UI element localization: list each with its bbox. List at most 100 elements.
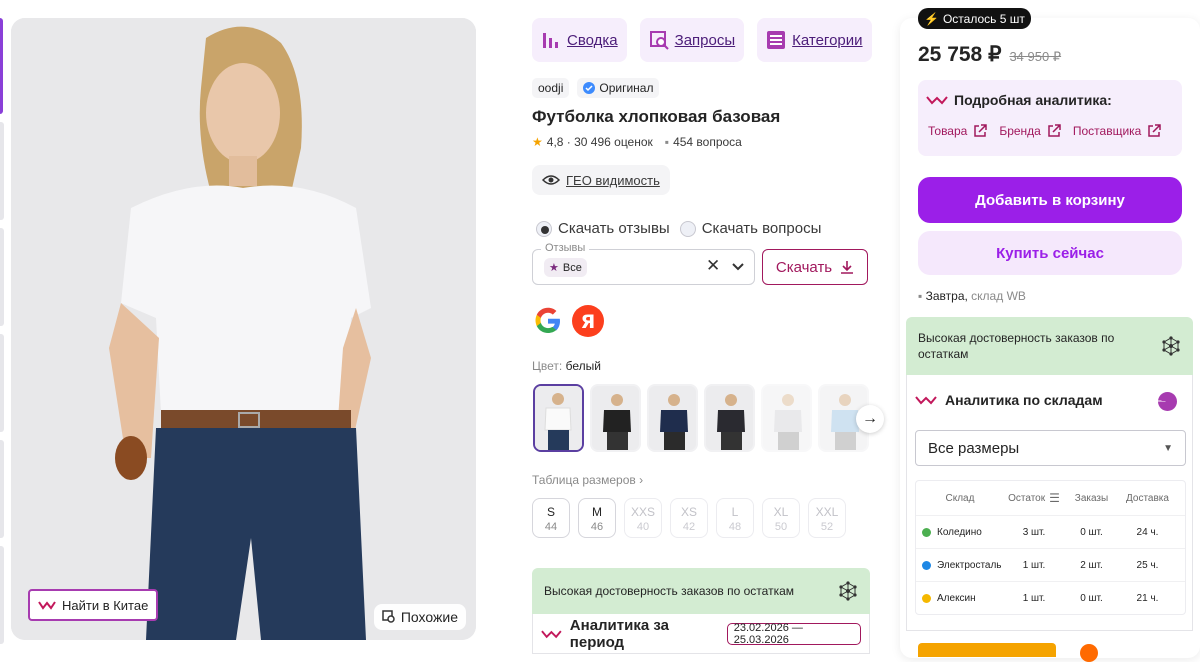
similar-label: Похожие <box>400 609 458 625</box>
external-link-icon <box>1048 124 1061 137</box>
date-range-picker[interactable]: 23.02.2026 — 25.03.2026 <box>726 622 862 646</box>
size-option-disabled: L 48 <box>716 498 754 538</box>
download-questions-label: Скачать вопросы <box>701 220 822 237</box>
delivery-cell: 25 ч. <box>1136 559 1159 571</box>
size-label: XXL <box>815 505 839 519</box>
variant-thumbnail <box>649 386 696 450</box>
network-icon[interactable] <box>838 581 858 601</box>
yandex-icon[interactable]: Я <box>572 305 604 337</box>
questions-icon: ▪ <box>664 135 670 149</box>
old-price: 34 950 ₽ <box>1009 49 1062 64</box>
delivery-cell: 24 ч. <box>1136 526 1159 538</box>
variant-navy[interactable] <box>647 384 698 452</box>
download-reviews-radio[interactable]: Скачать отзывы <box>536 220 670 237</box>
categories-button[interactable]: Категории <box>757 18 872 62</box>
original-chip: Оригинал <box>577 78 660 98</box>
confidence-banner: Высокая достоверность заказов по остатка… <box>532 568 870 614</box>
orders-cell: 2 шт. <box>1080 559 1103 571</box>
thumbnail[interactable] <box>0 440 4 538</box>
search-engine-logos: Я <box>532 305 604 337</box>
clear-icon[interactable]: ✕ <box>706 256 720 276</box>
detailed-analytics-label: Подробная аналитика: <box>954 92 1112 108</box>
size-filter-select[interactable]: Все размеры ▼ <box>915 430 1186 466</box>
size-option-disabled: XL 50 <box>762 498 800 538</box>
brand-chip[interactable]: oodji <box>532 78 570 98</box>
delivery-place: склад WB <box>971 289 1026 303</box>
brand-logo-icon <box>926 96 948 105</box>
chevron-down-icon[interactable] <box>732 263 744 271</box>
reviews-filter-legend: Отзывы <box>541 242 590 254</box>
brand-analytics-link[interactable]: Бренда <box>999 124 1061 138</box>
price-block: 25 758 ₽ 34 950 ₽ <box>918 42 1061 67</box>
product-analytics-link[interactable]: Товара <box>928 124 988 138</box>
stock-cell: 1 шт. <box>1022 592 1046 604</box>
thumbnail-active[interactable] <box>0 18 3 114</box>
summary-button[interactable]: Сводка <box>532 18 627 62</box>
caret-down-icon: ▼ <box>1163 442 1173 454</box>
orders-cell: 0 шт. <box>1080 526 1103 538</box>
pie-chart-icon[interactable] <box>1158 392 1177 411</box>
size-option[interactable]: S 44 <box>532 498 570 538</box>
geo-visibility-button[interactable]: ГЕО видимость <box>532 165 670 195</box>
download-questions-radio[interactable]: Скачать вопросы <box>679 220 822 237</box>
size-option-disabled: XS 42 <box>670 498 708 538</box>
search-image-icon <box>382 610 395 623</box>
variant-light-grey[interactable] <box>761 384 812 452</box>
column-header[interactable]: Остаток ☰ <box>1004 491 1064 505</box>
thumbnail[interactable] <box>0 228 4 326</box>
confidence-text: Высокая достоверность заказов по остатка… <box>544 584 795 598</box>
find-in-china-button[interactable]: Найти в Китае <box>28 589 159 621</box>
queries-button[interactable]: Запросы <box>639 18 745 62</box>
all-reviews-tag[interactable]: ★ Все <box>544 258 587 277</box>
external-link-icon <box>1148 124 1162 137</box>
download-button[interactable]: Скачать <box>762 249 868 285</box>
warehouse-icon: ▪ <box>918 289 923 303</box>
svg-text:Я: Я <box>581 311 596 333</box>
next-arrow-icon[interactable]: → <box>856 405 884 433</box>
delivery-cell: 21 ч. <box>1136 592 1159 604</box>
buy-now-button[interactable]: Купить сейчас <box>918 231 1182 275</box>
rating-text[interactable]: 4,8 · 30 496 оценок <box>547 135 653 149</box>
thumbnail[interactable] <box>0 122 4 220</box>
thumbnail[interactable] <box>0 334 4 432</box>
warehouse-table: Склад Остаток ☰ Заказы Доставка Коледино … <box>915 480 1186 615</box>
table-row: Электросталь 1 шт. 2 шт. 25 ч. <box>916 548 1185 581</box>
product-photo[interactable]: Найти в Китае Похожие <box>11 18 476 640</box>
network-icon[interactable] <box>1161 336 1181 356</box>
rating-row: ★ 4,8 · 30 496 оценок ▪ 454 вопроса <box>532 135 742 149</box>
size-selector: S 44 M 46 XXS 40 XS 42 L 48 XL 50 XXL 52 <box>532 498 846 538</box>
size-label: XL <box>773 505 789 519</box>
stock-badge: ⚡ Осталось 5 шт <box>918 8 1031 29</box>
column-header[interactable]: Заказы <box>1064 493 1119 504</box>
size-label: M <box>592 505 602 519</box>
table-header: Склад Остаток ☰ Заказы Доставка <box>916 481 1185 515</box>
color-label: Цвет: <box>532 359 563 373</box>
brand-logo-icon <box>38 601 56 610</box>
reviews-filter-select[interactable]: Отзывы ★ Все ✕ <box>532 242 755 285</box>
size-option[interactable]: M 46 <box>578 498 616 538</box>
variant-thumbnail <box>535 386 582 450</box>
column-header[interactable]: Склад <box>916 493 1004 504</box>
size-number: 52 <box>820 521 834 533</box>
warehouse-dot <box>922 527 931 537</box>
queries-label: Запросы <box>674 31 736 49</box>
promo-banner[interactable] <box>918 643 1056 657</box>
supplier-analytics-link[interactable]: Поставщика <box>1073 124 1162 138</box>
variant-dark[interactable] <box>704 384 755 452</box>
search-list-icon <box>649 31 669 50</box>
thumbnail[interactable] <box>0 546 4 644</box>
size-table-label: Таблица размеров <box>532 473 636 487</box>
similar-button[interactable]: Похожие <box>373 604 466 630</box>
add-to-cart-button[interactable]: Добавить в корзину <box>918 177 1182 223</box>
size-table-link[interactable]: Таблица размеров › <box>532 473 643 487</box>
column-header[interactable]: Доставка <box>1119 493 1176 504</box>
variant-thumbnail <box>706 386 753 450</box>
stock-cell: 3 шт. <box>1022 526 1046 538</box>
google-icon[interactable] <box>532 305 564 337</box>
stock-badge-label: Осталось 5 шт <box>942 11 1025 26</box>
variant-white[interactable] <box>533 384 584 452</box>
warehouse-dot <box>922 560 931 570</box>
questions-text[interactable]: 454 вопроса <box>673 135 742 149</box>
variant-black[interactable] <box>590 384 641 452</box>
thumbnail-strip <box>0 18 6 652</box>
